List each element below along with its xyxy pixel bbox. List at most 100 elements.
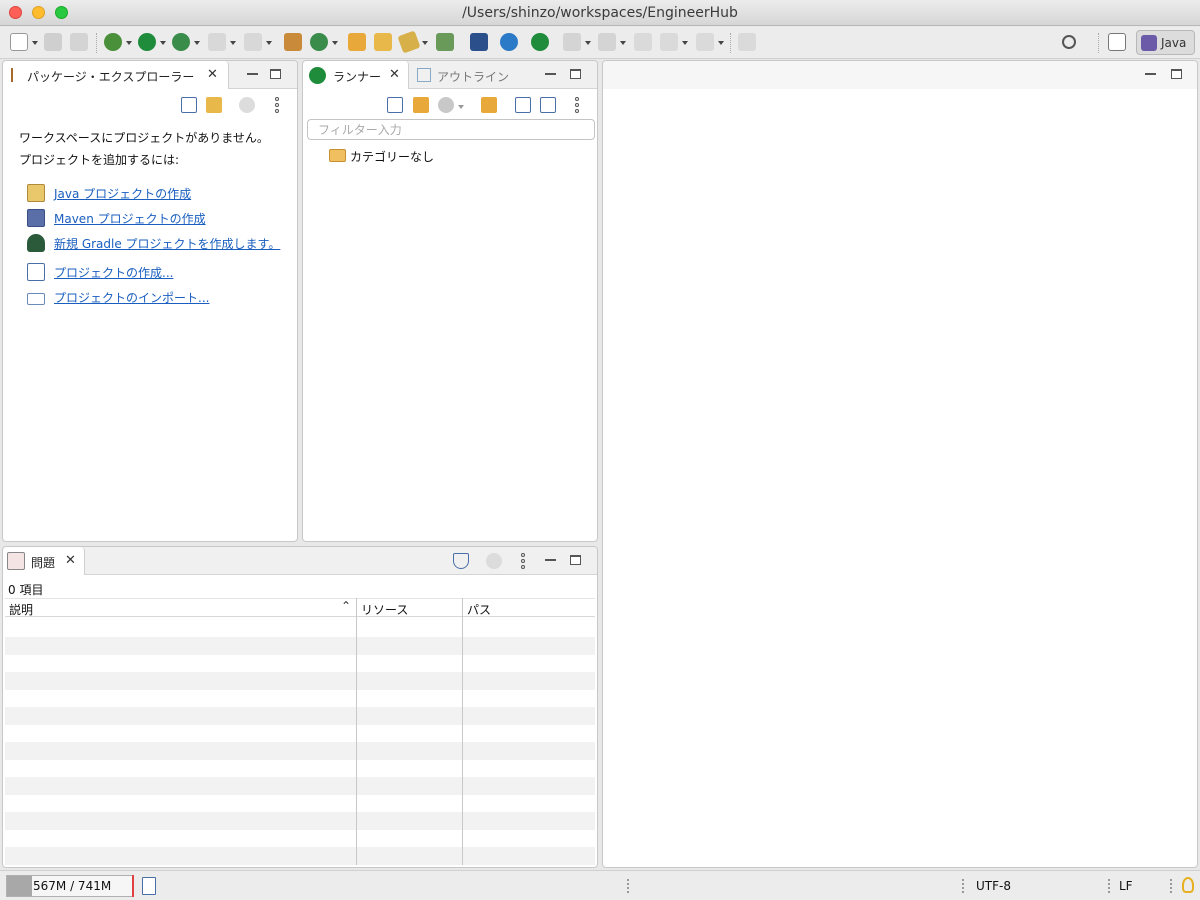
forward-arrow-icon[interactable] xyxy=(696,33,714,51)
new-icon[interactable] xyxy=(10,33,28,51)
problems-tabbar: 問題 ✕ xyxy=(3,547,597,575)
external-tools-icon[interactable] xyxy=(244,33,262,51)
tab-runner[interactable]: ランナー ✕ xyxy=(303,61,409,89)
monitor-icon[interactable] xyxy=(470,33,488,51)
column-divider[interactable] xyxy=(356,598,357,865)
open-type-icon[interactable] xyxy=(348,33,366,51)
open-folder-icon[interactable] xyxy=(436,33,454,51)
search-icon[interactable] xyxy=(1062,35,1076,49)
tab-label: パッケージ・エクスプローラー xyxy=(27,70,195,84)
view-menu-icon[interactable] xyxy=(275,97,279,113)
table-row xyxy=(5,637,595,655)
back-arrow-icon[interactable] xyxy=(660,33,678,51)
close-tab-icon[interactable]: ✕ xyxy=(65,554,77,567)
save-all-icon[interactable] xyxy=(70,33,88,51)
filter-input[interactable] xyxy=(307,119,595,140)
column-header-resource[interactable]: リソース xyxy=(361,601,408,618)
column-header-path[interactable]: パス xyxy=(467,601,491,618)
external-tools-dropdown-icon[interactable] xyxy=(266,41,272,45)
maximize-view-icon[interactable] xyxy=(570,69,581,79)
tab-label: 問題 xyxy=(31,556,56,570)
line-ending-status[interactable]: LF xyxy=(1119,879,1133,893)
coverage-icon[interactable] xyxy=(172,33,190,51)
link-with-editor-icon[interactable] xyxy=(206,97,222,113)
table-row xyxy=(5,777,595,795)
open-task-icon[interactable] xyxy=(374,33,392,51)
table-row xyxy=(5,829,595,847)
package-explorer-panel: パッケージ・エクスプローラー ✕ ワークスペースにプロジェクトがありません。 プ… xyxy=(2,60,298,542)
view-menu-icon[interactable] xyxy=(521,553,525,569)
view-menu-icon[interactable] xyxy=(575,97,579,113)
table-row xyxy=(5,654,595,672)
lightbulb-icon[interactable] xyxy=(1182,877,1194,893)
close-tab-icon[interactable]: ✕ xyxy=(207,68,219,81)
open-folder-icon[interactable] xyxy=(413,97,429,113)
column-divider[interactable] xyxy=(462,598,463,865)
focus-task-icon[interactable] xyxy=(239,97,255,113)
back-dropdown-icon[interactable] xyxy=(682,41,688,45)
package-explorer-icon xyxy=(11,68,21,82)
debug-icon[interactable] xyxy=(104,33,122,51)
stop-dropdown-icon[interactable] xyxy=(230,41,236,45)
new-folder-icon[interactable] xyxy=(481,97,497,113)
table-row xyxy=(5,689,595,707)
run-dropdown-icon[interactable] xyxy=(160,41,166,45)
next-annotation-dropdown-icon[interactable] xyxy=(585,41,591,45)
new-package-icon[interactable] xyxy=(284,33,302,51)
minimize-view-icon[interactable] xyxy=(545,73,556,75)
maximize-view-icon[interactable] xyxy=(570,555,581,565)
toolbar-separator xyxy=(96,33,97,53)
forward-dropdown-icon[interactable] xyxy=(718,41,724,45)
open-perspective-icon[interactable] xyxy=(1108,33,1126,51)
tab-outline[interactable]: アウトライン xyxy=(415,61,515,89)
minimize-view-icon[interactable] xyxy=(247,73,258,75)
run-dropdown-icon[interactable] xyxy=(458,105,464,109)
settings-gear-icon[interactable] xyxy=(500,33,518,51)
encoding-status[interactable]: UTF-8 xyxy=(976,879,1011,893)
table-row xyxy=(5,812,595,830)
collapse-all-icon[interactable] xyxy=(515,97,531,113)
last-edit-icon[interactable] xyxy=(634,33,652,51)
filter-icon[interactable] xyxy=(453,553,469,569)
problems-icon xyxy=(7,552,25,570)
java-perspective-button[interactable]: Java xyxy=(1136,30,1195,55)
pen-dropdown-icon[interactable] xyxy=(422,41,428,45)
table-row xyxy=(5,759,595,777)
column-header-description[interactable]: 説明 xyxy=(9,601,33,618)
tab-problems[interactable]: 問題 ✕ xyxy=(3,547,85,575)
problems-table-header: 説明 ⌃ リソース パス xyxy=(5,598,595,617)
runner-panel: ランナー ✕ アウトライン カテゴリーなし xyxy=(302,60,598,542)
new-config-icon[interactable] xyxy=(387,97,403,113)
new-class-icon[interactable] xyxy=(310,33,328,51)
next-annotation-icon[interactable] xyxy=(563,33,581,51)
tab-label: ランナー xyxy=(333,70,382,84)
expand-all-icon[interactable] xyxy=(540,97,556,113)
maven-project-icon xyxy=(27,209,45,227)
previous-annotation-dropdown-icon[interactable] xyxy=(620,41,626,45)
table-row xyxy=(5,724,595,742)
debug-dropdown-icon[interactable] xyxy=(126,41,132,45)
new-dropdown-arrow-icon[interactable] xyxy=(32,41,38,45)
minimize-editor-icon[interactable] xyxy=(1145,73,1156,75)
pen-icon[interactable] xyxy=(397,30,421,54)
stop-icon[interactable] xyxy=(208,33,226,51)
close-tab-icon[interactable]: ✕ xyxy=(389,68,401,81)
new-class-dropdown-icon[interactable] xyxy=(332,41,338,45)
minimize-view-icon[interactable] xyxy=(545,559,556,561)
power-icon[interactable] xyxy=(531,33,549,51)
gradle-icon xyxy=(27,234,45,252)
collapse-all-icon[interactable] xyxy=(181,97,197,113)
previous-annotation-icon[interactable] xyxy=(598,33,616,51)
run-icon[interactable] xyxy=(138,33,156,51)
heap-max-marker xyxy=(132,875,134,897)
status-separator xyxy=(1170,879,1172,893)
garbage-collect-icon[interactable] xyxy=(142,877,156,895)
maximize-editor-icon[interactable] xyxy=(1171,69,1182,79)
maximize-view-icon[interactable] xyxy=(270,69,281,79)
tab-package-explorer[interactable]: パッケージ・エクスプローラー ✕ xyxy=(3,61,229,89)
pin-editor-icon[interactable] xyxy=(738,33,756,51)
coverage-dropdown-icon[interactable] xyxy=(194,41,200,45)
save-icon[interactable] xyxy=(44,33,62,51)
run-disabled-icon[interactable] xyxy=(438,97,454,113)
focus-task-icon[interactable] xyxy=(486,553,502,569)
